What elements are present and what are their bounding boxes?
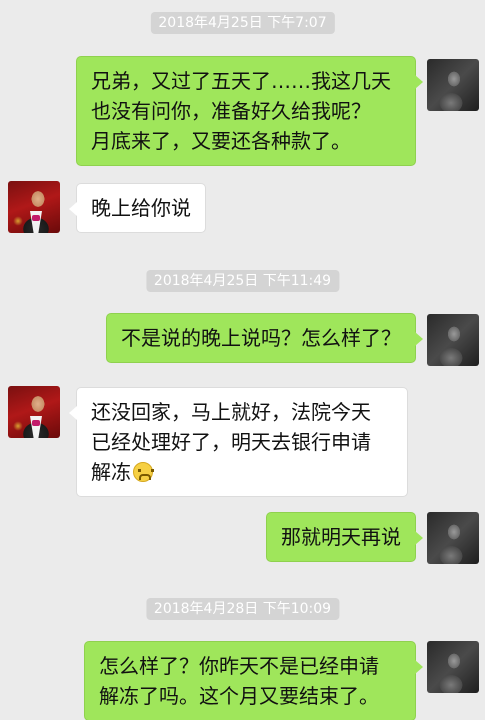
message-line: 兄弟，又过了五天了……我这几天 — [91, 69, 391, 93]
my-avatar[interactable] — [427, 59, 479, 111]
message-line: 也没有问你，准备好久给我呢？ — [91, 99, 371, 123]
message-line: 怎么样了？你昨天不是已经申请 — [99, 654, 379, 678]
message-line: 那就明天再说 — [281, 525, 401, 549]
message-bubble-sent[interactable]: 怎么样了？你昨天不是已经申请 解冻了吗。这个月又要结束了。 — [84, 641, 423, 720]
message-bubble-sent[interactable]: 兄弟，又过了五天了……我这几天 也没有问你，准备好久给我呢？ 月底来了，又要还各… — [76, 56, 423, 166]
timestamp: 2018年4月25日 下午7:07 — [150, 12, 335, 34]
message-bubble-received[interactable]: 晚上给你说 — [69, 183, 206, 233]
friend-avatar[interactable] — [8, 181, 60, 233]
timestamp: 2018年4月28日 下午10:09 — [145, 598, 340, 620]
message-line: 解冻了吗。这个月又要结束了。 — [99, 684, 379, 708]
my-avatar[interactable] — [427, 314, 479, 366]
message-line: 不是说的晚上说吗？怎么样了？ — [121, 326, 401, 350]
my-avatar[interactable] — [427, 641, 479, 693]
my-avatar[interactable] — [427, 512, 479, 564]
friend-avatar[interactable] — [8, 386, 60, 438]
chat-window: 2018年4月25日 下午7:07 兄弟，又过了五天了……我这几天 也没有问你，… — [0, 0, 485, 720]
message-bubble-received[interactable]: 还没回家，马上就好，法院今天 已经处理好了，明天去银行申请 解冻 — [69, 387, 408, 497]
message-bubble-sent[interactable]: 那就明天再说 — [266, 512, 423, 562]
timestamp: 2018年4月25日 下午11:49 — [145, 270, 340, 292]
message-line: 还没回家，马上就好，法院今天 — [91, 400, 371, 424]
grimace-emoji-icon — [133, 462, 154, 482]
message-line: 月底来了，又要还各种款了。 — [91, 129, 351, 153]
message-line: 解冻 — [91, 457, 393, 487]
message-line: 已经处理好了，明天去银行申请 — [91, 430, 371, 454]
message-bubble-sent[interactable]: 不是说的晚上说吗？怎么样了？ — [106, 313, 423, 363]
message-line: 晚上给你说 — [91, 196, 191, 220]
